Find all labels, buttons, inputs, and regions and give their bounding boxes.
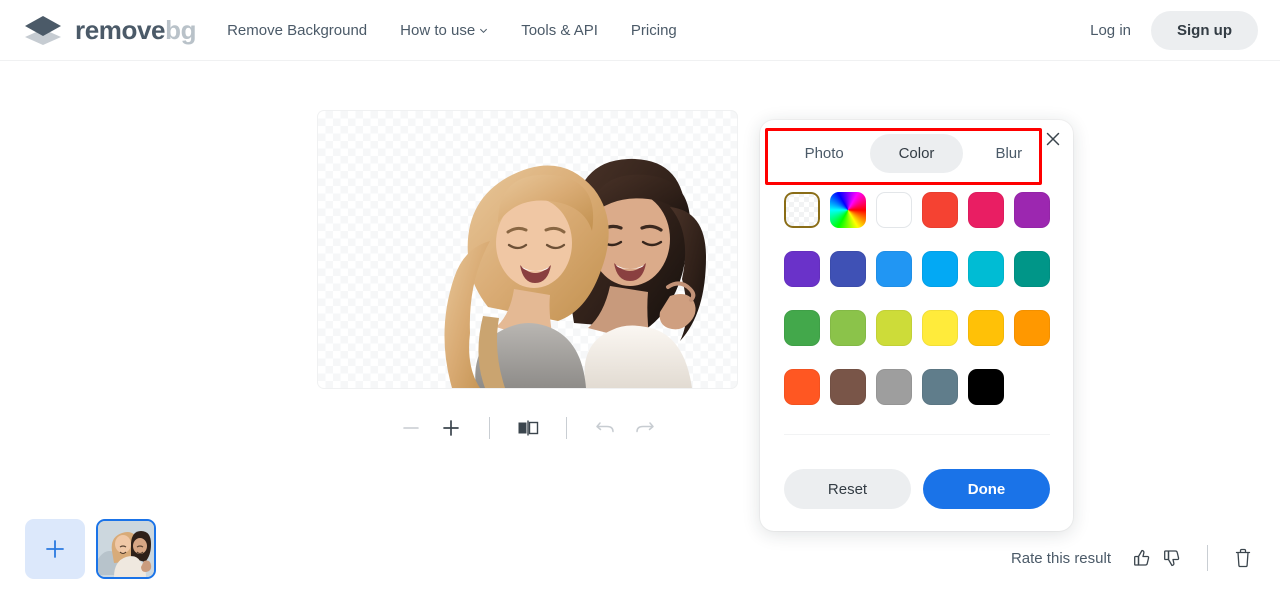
compare-toggle-button[interactable] [508,410,548,446]
swatch-brown[interactable] [830,369,866,405]
panel-tabs: Photo Color Blur [770,130,1063,176]
main-nav: Remove Background How to use Tools & API… [227,16,710,45]
login-link[interactable]: Log in [1084,14,1137,47]
nav-item-pricing[interactable]: Pricing [631,16,677,45]
plus-icon [46,540,64,558]
redo-button[interactable] [625,410,665,446]
thumbs-up-icon [1134,549,1150,566]
swatch-amber[interactable] [968,310,1004,346]
delete-image-button[interactable] [1228,543,1258,573]
image-toolbar [318,410,737,446]
swatch-blue[interactable] [876,251,912,287]
swatch-black[interactable] [968,369,1004,405]
toolbar-divider [488,417,490,439]
panel-divider [784,434,1050,435]
swatch-grey[interactable] [876,369,912,405]
background-settings-panel: Photo Color Blur Reset Done [760,120,1073,531]
nav-item-how-to-use[interactable]: How to use [400,16,488,45]
close-panel-button[interactable] [1042,128,1064,150]
nav-label: How to use [400,21,476,39]
thumbnail-strip [25,519,156,579]
swatch-orange[interactable] [1014,310,1050,346]
swatch-custom-color-picker[interactable] [830,192,866,228]
panel-actions: Reset Done [784,469,1050,509]
signup-button[interactable]: Sign up [1151,10,1258,50]
logo-text: removebg [75,17,196,43]
nav-label: Pricing [630,21,677,39]
swatch-transparent[interactable] [784,192,820,228]
nav-label: Tools & API [521,21,598,39]
zoom-in-button[interactable] [431,410,471,446]
close-icon [1046,132,1060,146]
tab-photo[interactable]: Photo [778,134,870,173]
rate-bar-divider [1207,545,1208,571]
redo-icon [635,422,654,433]
swatch-indigo[interactable] [830,251,866,287]
undo-icon [595,422,614,433]
plus-icon [442,420,459,436]
result-image [444,158,706,388]
color-swatch-grid [784,192,1050,405]
reset-button[interactable]: Reset [784,469,911,509]
swatch-light-green[interactable] [830,310,866,346]
swatch-green[interactable] [784,310,820,346]
logo[interactable]: removebg [22,14,196,46]
toolbar-divider [565,417,567,439]
swatch-teal[interactable] [1014,251,1050,287]
rate-result-bar: Rate this result [1011,543,1258,573]
image-canvas[interactable] [318,111,737,388]
nav-item-remove-background[interactable]: Remove Background [227,16,367,45]
site-header: removebg Remove Background How to use To… [0,0,1280,61]
add-image-button[interactable] [25,519,85,579]
swatch-lime[interactable] [876,310,912,346]
swatch-violet[interactable] [784,251,820,287]
swatch-deep-orange[interactable] [784,369,820,405]
thumbs-down-button[interactable] [1157,543,1187,573]
swatch-blue-grey[interactable] [922,369,958,405]
swatch-red[interactable] [922,192,958,228]
undo-button[interactable] [585,410,625,446]
swatch-yellow[interactable] [922,310,958,346]
compare-icon [518,420,538,436]
thumbs-down-icon [1164,550,1180,567]
thumbnail-preview [98,521,154,577]
logo-text-primary: remove [75,15,166,45]
header-actions: Log in Sign up [1084,10,1258,50]
minus-icon [402,427,419,429]
nav-label: Remove Background [227,21,368,39]
logo-text-secondary: bg [165,15,197,45]
chevron-down-icon [480,28,488,33]
rate-label: Rate this result [1010,549,1111,567]
swatch-cyan[interactable] [968,251,1004,287]
swatch-white[interactable] [876,192,912,228]
remove-bg-editor-page: removebg Remove Background How to use To… [0,0,1280,605]
tab-color[interactable]: Color [870,133,963,173]
nav-item-tools-api[interactable]: Tools & API [521,16,598,45]
done-button[interactable]: Done [923,469,1050,509]
layers-logo-icon [25,16,61,45]
thumbs-up-button[interactable] [1127,543,1157,573]
image-thumbnail[interactable] [96,519,156,579]
trash-icon [1235,548,1251,568]
swatch-light-blue[interactable] [922,251,958,287]
zoom-out-button[interactable] [391,410,431,446]
swatch-pink[interactable] [968,192,1004,228]
swatch-purple[interactable] [1014,192,1050,228]
